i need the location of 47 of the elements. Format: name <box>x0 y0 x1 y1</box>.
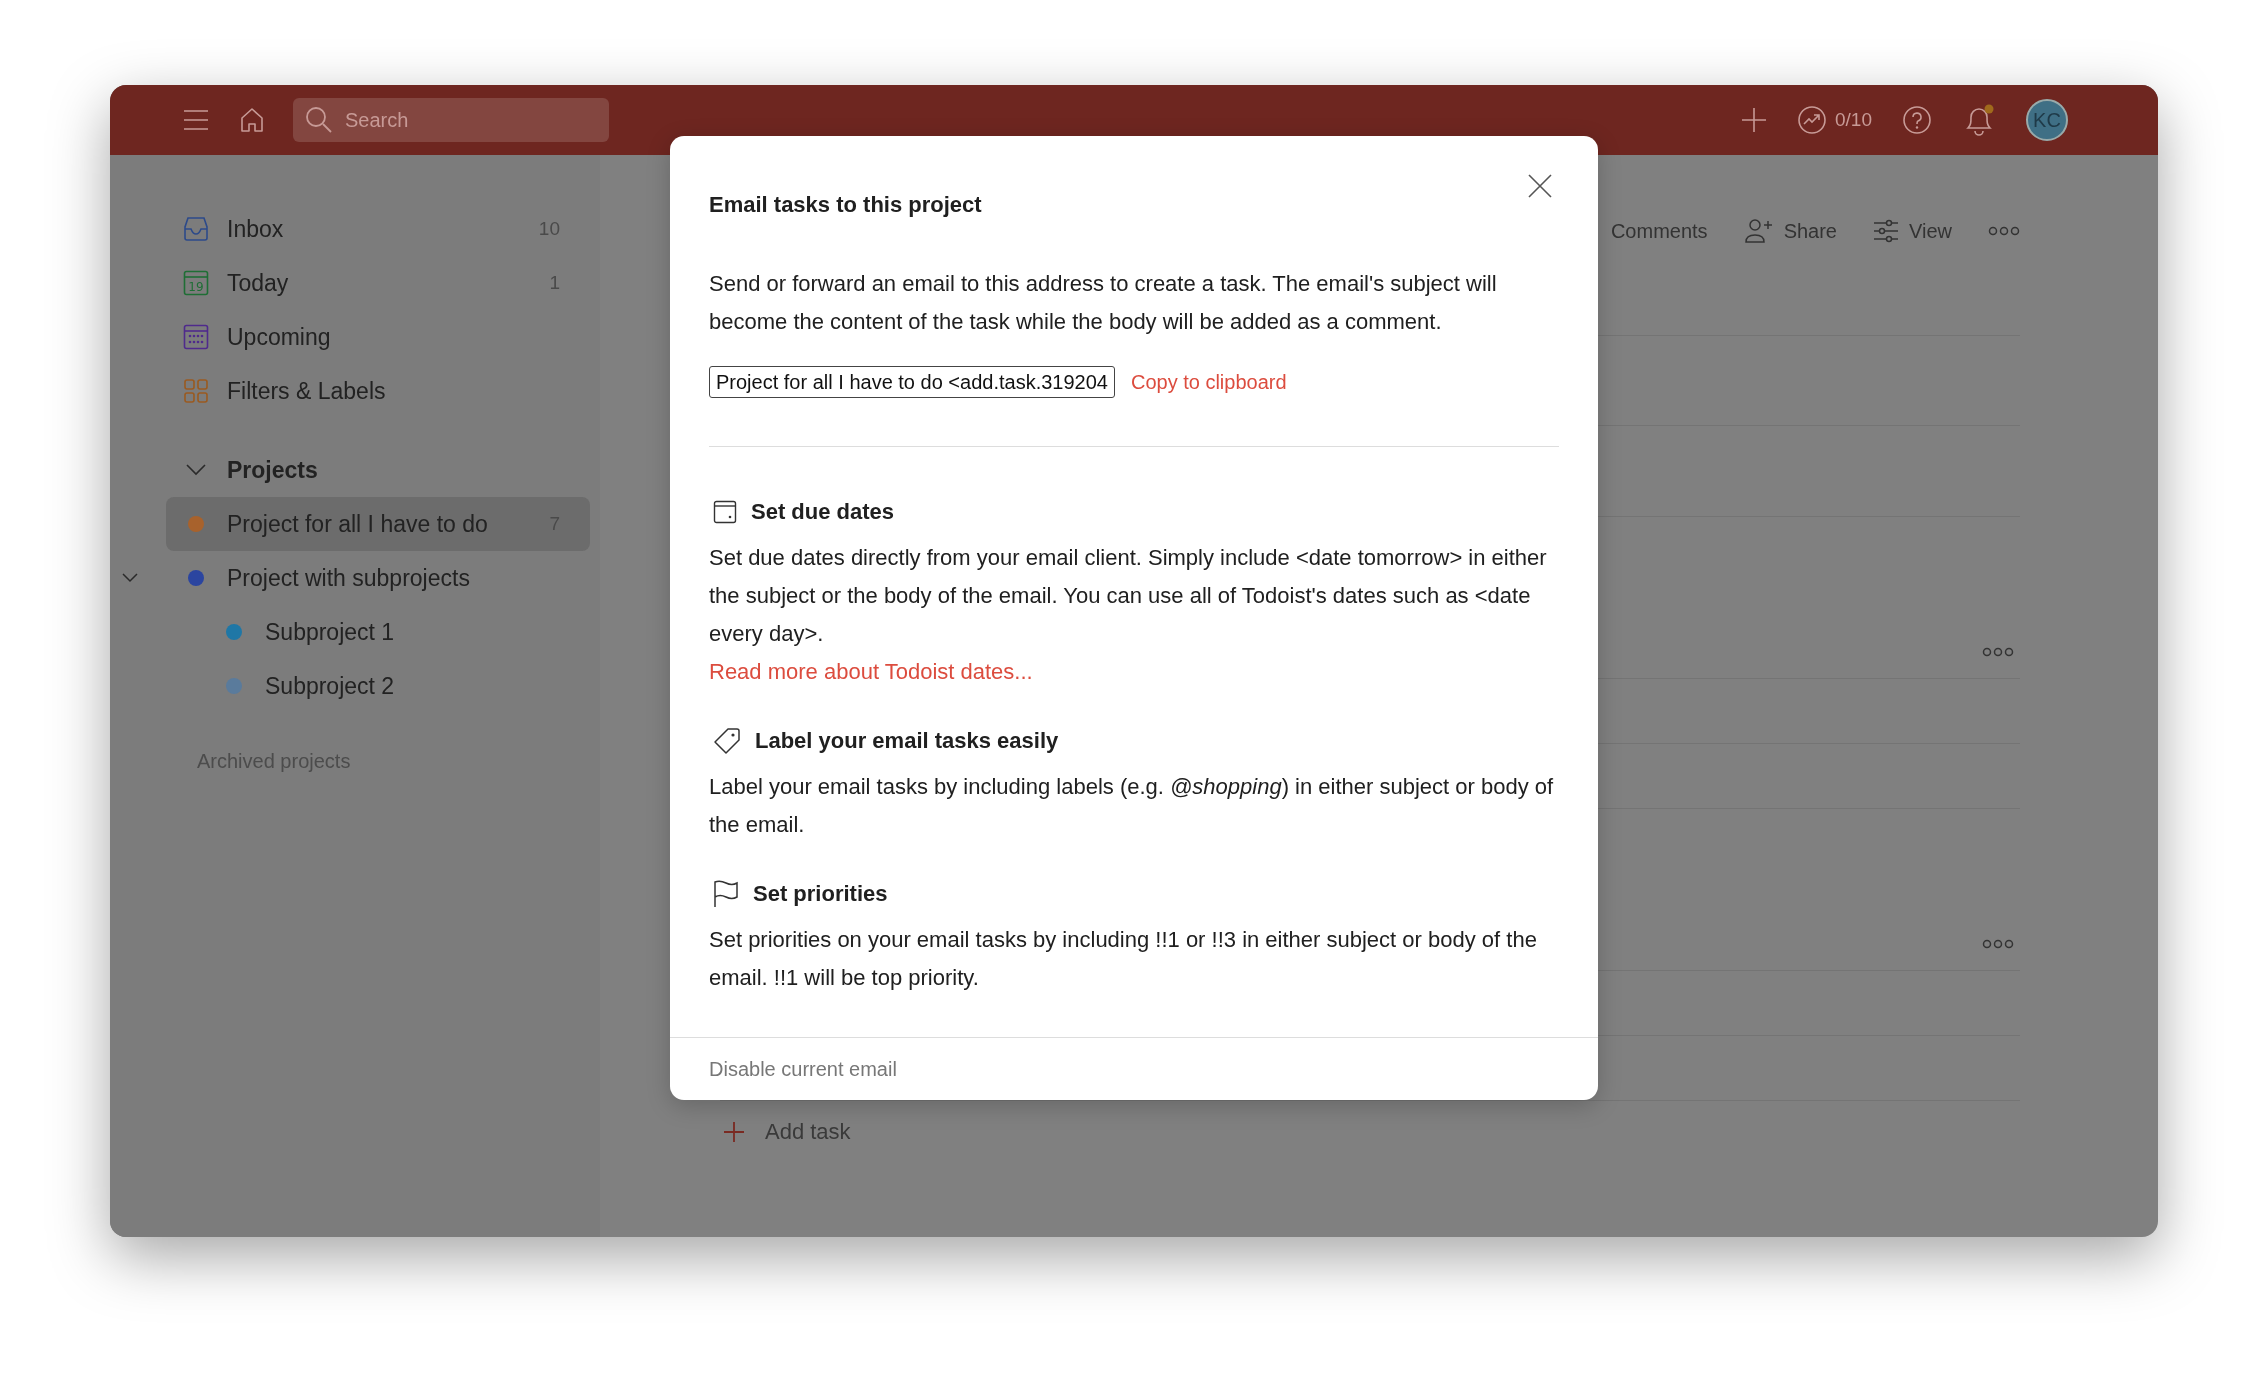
calendar-icon <box>183 324 209 350</box>
trend-icon <box>1797 105 1827 135</box>
plus-icon <box>723 1121 745 1143</box>
search-icon <box>305 106 333 134</box>
search-placeholder: Search <box>345 108 409 132</box>
calendar-icon: 19 <box>183 270 209 296</box>
menu-icon[interactable] <box>183 109 209 131</box>
add-task-button[interactable]: Add task <box>723 1119 851 1145</box>
project-item[interactable]: Project with subprojects <box>166 551 590 605</box>
intro-text: Send or forward an email to this address to create a task. The email's subject will become the content of the task while the body will be added as a comment. <box>709 270 1498 336</box>
grid-icon <box>183 378 209 404</box>
add-person-icon <box>1743 218 1774 244</box>
chevron-icon[interactable] <box>122 573 138 583</box>
sidebar-item[interactable]: Upcoming <box>166 310 590 364</box>
home-icon[interactable] <box>239 107 265 133</box>
help-icon[interactable] <box>1902 105 1932 135</box>
productivity-button[interactable]: 0/10 <box>1797 105 1872 135</box>
more-icon[interactable] <box>1982 939 2014 949</box>
search-field[interactable]: Search <box>293 98 609 142</box>
comments-button[interactable]: Comments <box>1610 219 1708 243</box>
email-field[interactable]: Project for all I have to do <add.task.319204 <box>709 366 1115 398</box>
section-heading: Set priorities <box>753 881 888 907</box>
read-more-link[interactable]: Read more about Todoist dates... <box>709 653 1033 691</box>
share-button[interactable]: Share <box>1743 218 1837 244</box>
section-text: Label your email tasks by including labels (e.g. @shopping) in either subject or body of the email. <box>709 773 1555 839</box>
copy-link[interactable]: Copy to clipboard <box>1130 370 1287 394</box>
disable-email-link[interactable]: Disable current email <box>709 1057 897 1081</box>
dialog-title: Email tasks to this project <box>709 192 983 218</box>
project-item[interactable]: Subproject 1 <box>166 605 590 659</box>
section-heading: Set due dates <box>751 499 895 525</box>
tag-icon <box>713 727 741 755</box>
section-text: Set due dates directly from your email client. Simply include <date tomorrow> in either the subject or the body of the email. You can use all of Todoist's dates such as <date every day>. <box>709 544 1548 648</box>
project-item[interactable]: Subproject 2 <box>166 659 590 713</box>
plus-icon[interactable] <box>1741 107 1767 133</box>
avatar[interactable]: KC <box>2026 99 2068 141</box>
flag-icon <box>713 880 739 908</box>
inbox-icon <box>183 216 209 242</box>
section-text: Set priorities on your email tasks by including !!1 or !!3 in either subject or body of the email. !!1 will be top priority. <box>709 926 1538 992</box>
view-button[interactable]: View <box>1873 219 1952 243</box>
close-icon[interactable] <box>1528 174 1552 198</box>
more-icon[interactable] <box>1988 226 2020 236</box>
sidebar-item[interactable]: Filters & Labels <box>166 364 590 418</box>
section-heading: Label your email tasks easily <box>755 728 1059 754</box>
more-icon[interactable] <box>1982 647 2014 657</box>
sliders-icon <box>1873 219 1899 243</box>
calendar-icon <box>713 500 737 524</box>
projects-header[interactable]: Projects <box>166 443 590 497</box>
